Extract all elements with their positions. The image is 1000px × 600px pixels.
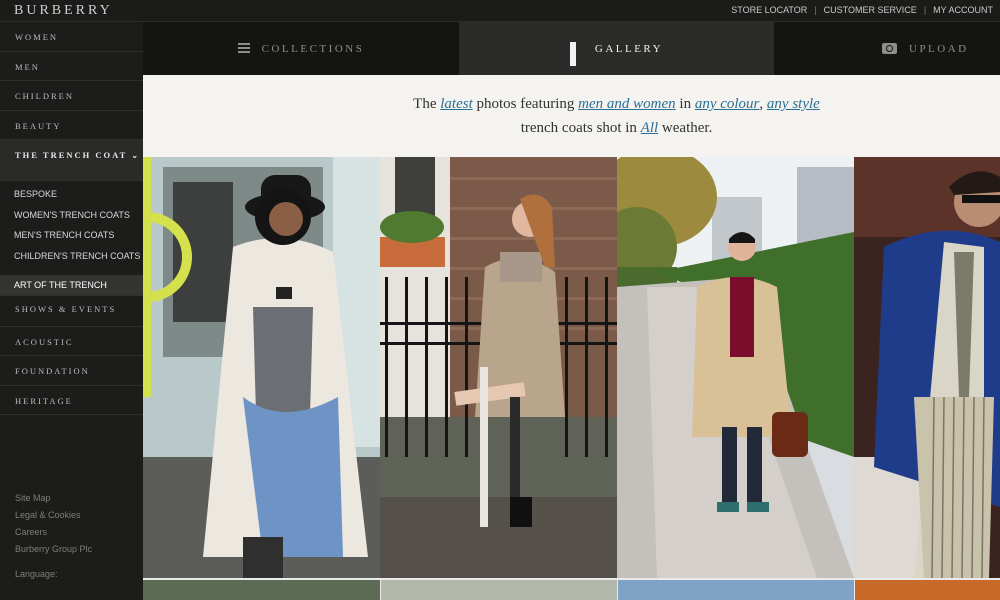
intro-line-2: trench coats shot in All weather. — [233, 116, 1000, 140]
sidebar-item-label: THE TRENCH COAT — [15, 150, 128, 160]
tab-label: GALLERY — [594, 42, 664, 55]
gallery-photo[interactable] — [617, 157, 854, 578]
top-links: STORE LOCATOR | CUSTOMER SERVICE | MY AC… — [724, 5, 1000, 15]
tab-gallery[interactable]: GALLERY — [459, 22, 774, 75]
sidebar-item-heritage[interactable]: HERITAGE — [0, 386, 143, 415]
intro-text: trench coats shot in — [520, 120, 641, 136]
photo-man-blue-coat — [854, 157, 1000, 578]
filter-colour-link[interactable]: any colour — [695, 96, 760, 112]
gallery-photo[interactable] — [143, 157, 380, 578]
chevron-down-icon: ⌄ — [131, 151, 141, 160]
tab-upload[interactable]: UPLOAD — [774, 22, 1000, 75]
intro-text: photos featuring — [472, 96, 579, 112]
gallery-photo-next-row[interactable] — [381, 580, 617, 600]
trench-subnav: BESPOKE WOMEN'S TRENCH COATS MEN'S TRENC… — [0, 181, 143, 296]
gallery-photo-next-row[interactable] — [855, 580, 1000, 600]
gallery-intro: The latest photos featuring men and wome… — [143, 75, 1000, 157]
subnav-mens-trench[interactable]: MEN'S TRENCH COATS — [0, 226, 143, 247]
sidebar-footer: Site Map Legal & Cookies Careers Burberr… — [15, 493, 92, 579]
site-map-link[interactable]: Site Map — [15, 493, 92, 510]
gallery-photo[interactable] — [854, 157, 1000, 578]
tab-label: COLLECTIONS — [261, 42, 365, 55]
group-plc-link[interactable]: Burberry Group Plc — [15, 544, 92, 561]
gallery-photo-next-row[interactable] — [618, 580, 854, 600]
filter-latest-link[interactable]: latest — [440, 96, 473, 112]
intro-text: in — [675, 96, 695, 112]
intro-text: , — [759, 96, 767, 112]
legal-cookies-link[interactable]: Legal & Cookies — [15, 510, 92, 527]
sidebar-item-women[interactable]: WOMEN — [0, 22, 143, 52]
filter-weather-link[interactable]: All — [641, 120, 659, 136]
sidebar-item-men[interactable]: MEN — [0, 52, 143, 81]
gallery-photo[interactable] — [380, 157, 617, 578]
sidebar-item-trench-coat[interactable]: THE TRENCH COAT ⌄ — [0, 140, 143, 181]
customer-service-link[interactable]: CUSTOMER SERVICE — [817, 5, 924, 15]
gallery-tabs: COLLECTIONS GALLERY UPLOAD — [143, 22, 1000, 75]
sidebar: WOMEN MEN CHILDREN BEAUTY THE TRENCH COA… — [0, 22, 143, 600]
store-locator-link[interactable]: STORE LOCATOR — [724, 5, 814, 15]
sidebar-item-beauty[interactable]: BEAUTY — [0, 111, 143, 140]
sidebar-item-children[interactable]: CHILDREN — [0, 81, 143, 111]
intro-text: The — [413, 96, 441, 112]
intro-line-1: The latest photos featuring men and wome… — [233, 92, 1000, 116]
language-selector[interactable]: Language: — [15, 569, 92, 579]
careers-link[interactable]: Careers — [15, 527, 92, 544]
filter-style-link[interactable]: any style — [767, 96, 820, 112]
camera-icon — [882, 43, 897, 54]
sidebar-item-foundation[interactable]: FOUNDATION — [0, 356, 143, 386]
tab-collections[interactable]: COLLECTIONS — [143, 22, 459, 75]
subnav-bespoke[interactable]: BESPOKE — [0, 185, 143, 206]
subnav-childrens-trench[interactable]: CHILDREN'S TRENCH COATS — [0, 247, 143, 275]
top-bar: BURBERRY STORE LOCATOR | CUSTOMER SERVIC… — [0, 0, 1000, 22]
list-icon — [237, 42, 250, 55]
photo-gallery — [143, 157, 1000, 600]
grid-icon — [569, 42, 583, 66]
tab-label: UPLOAD — [909, 42, 969, 55]
my-account-link[interactable]: MY ACCOUNT — [926, 5, 1000, 15]
sidebar-item-shows-events[interactable]: SHOWS & EVENTS — [0, 296, 143, 327]
intro-text: weather. — [658, 120, 713, 136]
sidebar-item-acoustic[interactable]: ACOUSTIC — [0, 327, 143, 356]
photo-man-red-sweater — [617, 157, 854, 578]
filter-gender-link[interactable]: men and women — [578, 96, 676, 112]
gallery-photo-next-row[interactable] — [143, 580, 380, 600]
brand-logo[interactable]: BURBERRY — [14, 3, 113, 19]
subnav-art-of-the-trench[interactable]: ART OF THE TRENCH — [0, 274, 143, 295]
photo-woman-beige-trench — [143, 157, 380, 578]
subnav-womens-trench[interactable]: WOMEN'S TRENCH COATS — [0, 206, 143, 227]
photo-woman-railings — [380, 157, 617, 578]
